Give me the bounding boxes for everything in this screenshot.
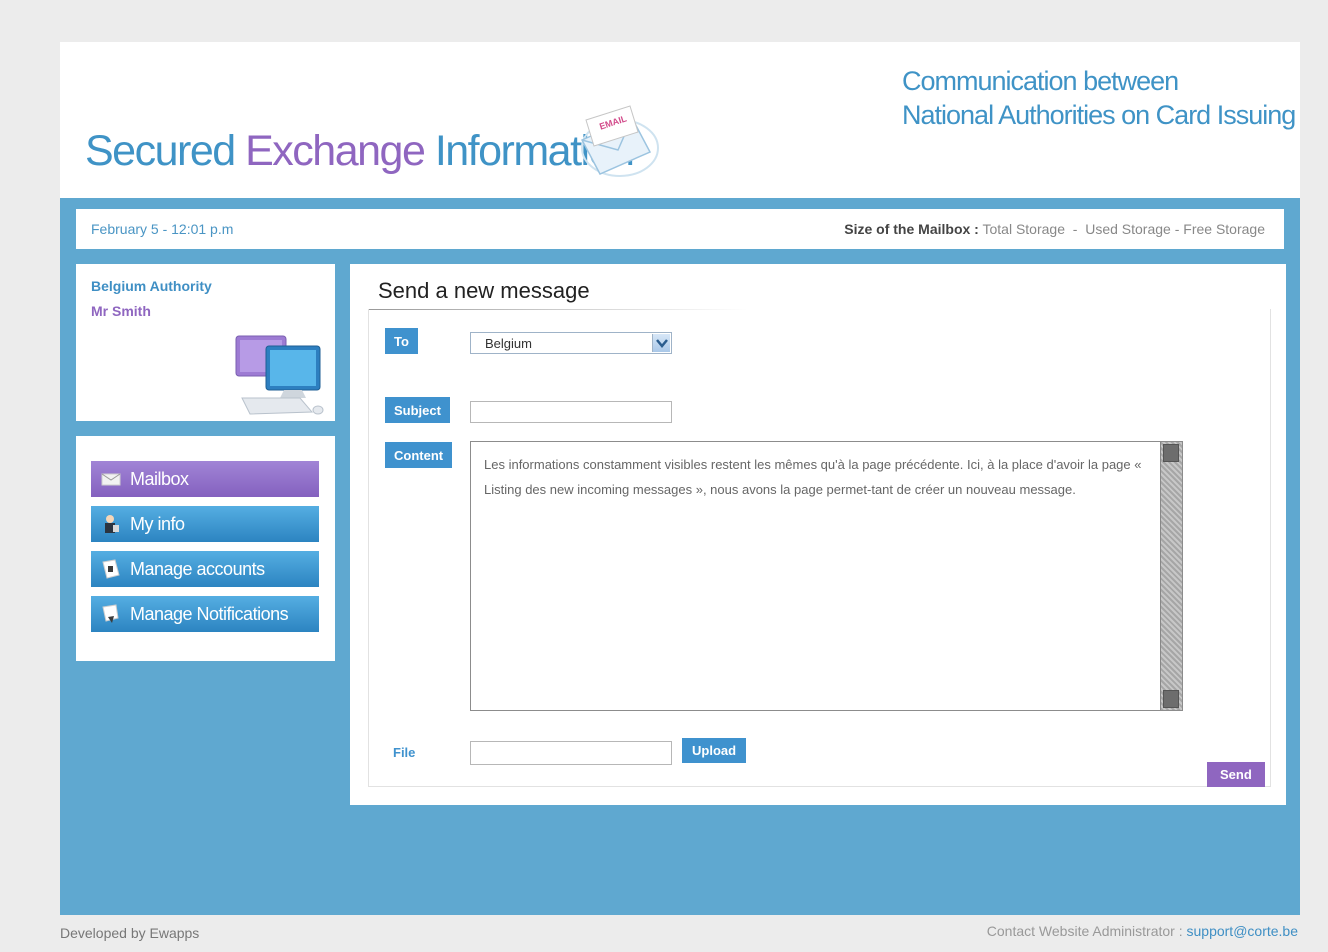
- recipient-select[interactable]: Belgium: [470, 332, 672, 354]
- user-name: Mr Smith: [91, 303, 151, 319]
- accounts-icon: [102, 559, 120, 579]
- header: Secured Exchange Information EMAIL Commu…: [60, 42, 1300, 198]
- notifications-icon: [102, 604, 119, 623]
- profile-card: Belgium Authority Mr Smith: [76, 264, 335, 421]
- nav-item-label: My info: [130, 513, 185, 534]
- nav-item-label: Manage Notifications: [130, 603, 289, 624]
- page-title: Send a new message: [378, 278, 590, 303]
- tagline-line-2: National Authorities on Card Issuing: [902, 100, 1296, 130]
- mail-icon: [101, 473, 121, 486]
- envelope-icon: EMAIL: [580, 105, 659, 177]
- page-frame: Secured Exchange Information EMAIL Commu…: [60, 42, 1300, 915]
- site-tagline: Communication between National Authoriti…: [902, 64, 1296, 132]
- current-date: February 5 - 12:01 p.m: [91, 221, 234, 237]
- subject-input[interactable]: [470, 401, 672, 423]
- person-icon: [105, 515, 119, 533]
- nav-item-my-info[interactable]: My info: [91, 506, 319, 542]
- footer-contact: Contact Website Administrator : support@…: [987, 923, 1298, 939]
- logo-text-secured: Secured: [85, 127, 246, 175]
- content-text: Les informations constamment visibles re…: [484, 457, 1142, 497]
- nav-item-label: Mailbox: [130, 468, 189, 489]
- footer-developer: Developed by Ewapps: [60, 925, 200, 941]
- info-bar: February 5 - 12:01 p.m Size of the Mailb…: [76, 209, 1284, 249]
- content-scrollbar[interactable]: [1160, 442, 1182, 710]
- scroll-up-icon[interactable]: [1163, 444, 1179, 462]
- content-label: Content: [385, 442, 453, 468]
- scroll-down-icon[interactable]: [1163, 690, 1179, 708]
- upload-button[interactable]: Upload: [682, 738, 747, 763]
- compose-panel: Send a new message To Belgium Subject Co…: [350, 264, 1286, 805]
- to-label: To: [385, 328, 418, 354]
- computer-icon: [235, 335, 324, 415]
- contact-label: Contact Website Administrator :: [986, 923, 1183, 939]
- used-storage: Used Storage: [1085, 221, 1171, 237]
- storage-separator: -: [1174, 221, 1180, 237]
- recipient-select-value: Belgium: [485, 336, 532, 351]
- nav-item-label: Manage accounts: [130, 558, 265, 579]
- total-storage: Total Storage: [982, 221, 1065, 237]
- authority-name: Belgium Authority: [91, 278, 212, 294]
- site-logo[interactable]: Secured Exchange Information: [85, 127, 635, 176]
- send-button[interactable]: Send: [1207, 762, 1265, 787]
- sidebar-nav: Mailbox My info Manage accounts Manage N…: [76, 436, 335, 661]
- nav-item-manage-accounts[interactable]: Manage accounts: [91, 551, 319, 587]
- subject-label: Subject: [385, 397, 450, 423]
- storage-separator: -: [1072, 221, 1078, 237]
- mailbox-storage: Size of the Mailbox : Total Storage - Us…: [844, 221, 1265, 237]
- contact-email-link[interactable]: support@corte.be: [1187, 923, 1299, 939]
- free-storage: Free Storage: [1183, 221, 1265, 237]
- nav-item-mailbox[interactable]: Mailbox: [91, 461, 319, 497]
- content-textarea[interactable]: Les informations constamment visibles re…: [470, 441, 1183, 711]
- logo-text-exchange: Exchange: [245, 127, 426, 175]
- chevron-down-icon[interactable]: [652, 334, 670, 352]
- file-label: File: [393, 745, 416, 760]
- file-input[interactable]: [470, 741, 672, 765]
- mailbox-size-label: Size of the Mailbox :: [844, 221, 979, 237]
- tagline-line-1: Communication between: [902, 66, 1179, 96]
- nav-item-manage-notifications[interactable]: Manage Notifications: [91, 596, 319, 632]
